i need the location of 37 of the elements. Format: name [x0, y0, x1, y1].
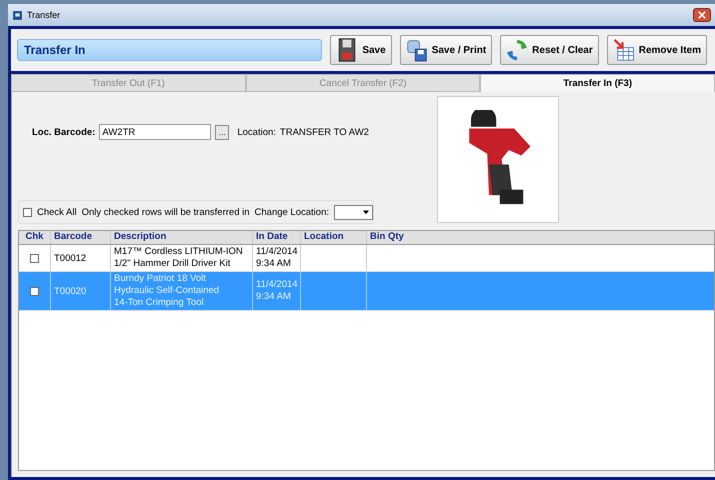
- browse-button[interactable]: ...: [215, 124, 230, 140]
- field-label: Loc. Barcode:: [32, 126, 96, 138]
- table-cell: 11/4/2014 9:34 AM: [256, 279, 298, 303]
- hint-text: Only checked rows will be transferred in: [82, 206, 250, 218]
- location-label: Location:: [237, 126, 276, 138]
- barcode-field[interactable]: AW2TR: [99, 124, 212, 140]
- table-cell: 11/4/2014 9:34 AM: [256, 246, 298, 270]
- table-cell: T00012: [54, 252, 86, 264]
- toolbar-button[interactable]: Save: [330, 35, 392, 65]
- column-header[interactable]: Barcode: [51, 231, 111, 244]
- window-title: Transfer: [27, 10, 60, 20]
- table-cell: T00020: [54, 286, 86, 296]
- toolbar-button[interactable]: Save / Print: [400, 35, 492, 65]
- table-cell-text: Burndy Patriot 18 Volt Hydraulic Self-Contained 14-Ton Crimping Tool: [114, 273, 220, 309]
- checkbox-label: Check All: [37, 206, 77, 218]
- close-button[interactable]: [693, 8, 711, 22]
- column-header[interactable]: Location: [301, 231, 367, 244]
- table-cell-text: M17™ Cordless LITHIUM-ION 1/2" Hammer Drill Driver Kit: [114, 246, 244, 270]
- tab[interactable]: Transfer In (F3): [480, 74, 715, 92]
- column-header[interactable]: Description: [111, 231, 253, 244]
- location-value: TRANSFER TO AW2: [280, 126, 369, 138]
- table-remove-icon: [612, 37, 635, 63]
- field-label: Change Location:: [254, 206, 329, 218]
- column-header[interactable]: Chk: [19, 231, 51, 244]
- form-title: Transfer In: [17, 39, 322, 61]
- row-checkbox[interactable]: [30, 286, 39, 296]
- column-header[interactable]: Bin Qty: [367, 231, 714, 244]
- row-checkbox[interactable]: [30, 254, 39, 262]
- toolbar-button[interactable]: Remove Item: [606, 35, 707, 65]
- toolbar-button[interactable]: Reset / Clear: [500, 35, 599, 65]
- dropdown-caret-icon: [363, 209, 369, 215]
- app-icon: [12, 10, 23, 20]
- location-dropdown[interactable]: [334, 204, 373, 220]
- check-all-checkbox[interactable]: [23, 208, 32, 216]
- refresh-icon: [506, 37, 528, 63]
- close-icon: [698, 11, 706, 19]
- column-header[interactable]: In Date: [253, 231, 301, 244]
